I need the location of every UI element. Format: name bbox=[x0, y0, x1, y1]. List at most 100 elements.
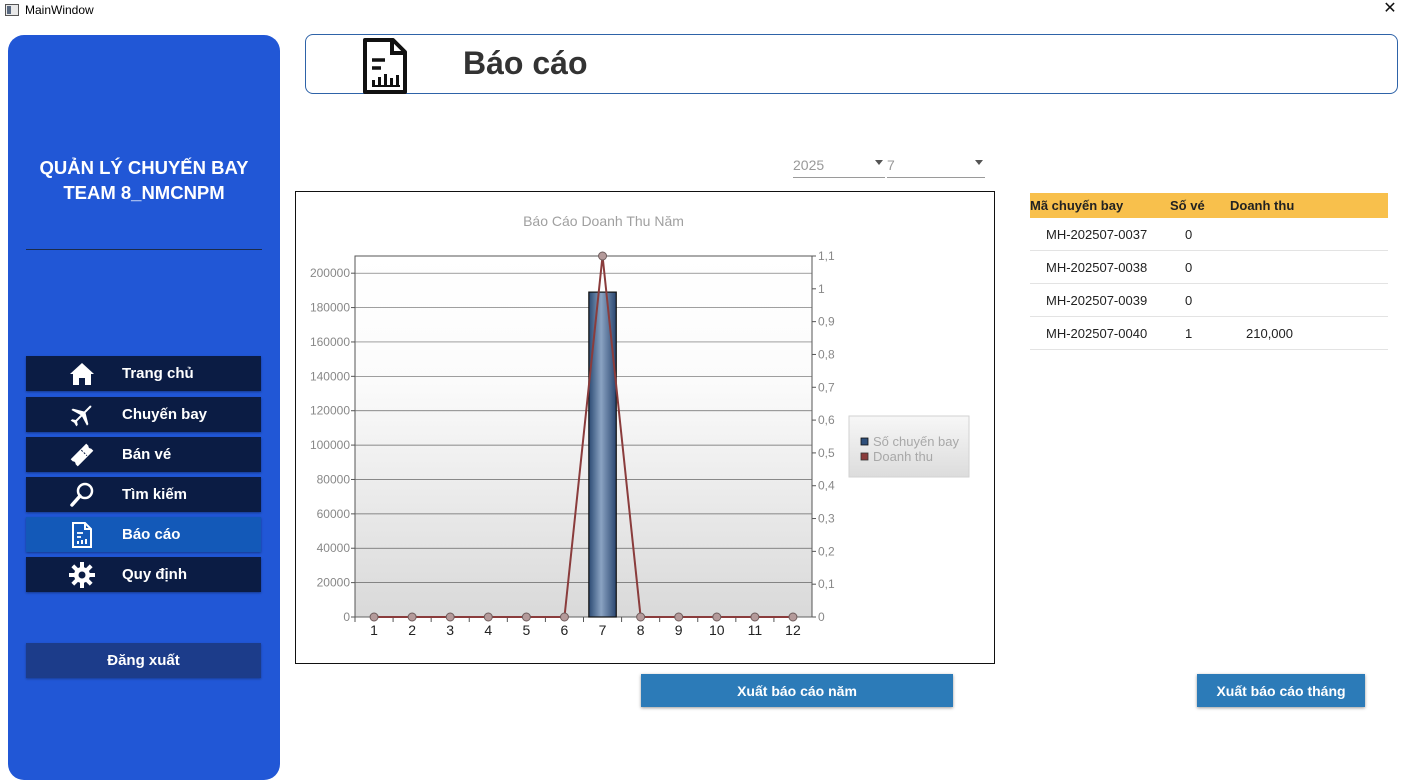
year-select[interactable]: 2025 bbox=[793, 152, 885, 178]
x-axis-tick-label: 6 bbox=[561, 622, 569, 638]
point-doanh-thu bbox=[598, 251, 608, 261]
gear-icon bbox=[68, 561, 96, 589]
close-window-button[interactable]: ✕ bbox=[1383, 0, 1397, 20]
cell-code: MH-202507-0038 bbox=[1046, 260, 1148, 275]
x-axis-tick-label: 4 bbox=[484, 622, 492, 638]
sidebar-item-sell-ticket[interactable]: Bán vé bbox=[26, 437, 261, 472]
column-header-tickets: Số vé bbox=[1170, 198, 1205, 213]
cell-code: MH-202507-0040 bbox=[1046, 326, 1148, 341]
table-row[interactable]: MH-202507-0040 1 210,000 bbox=[1030, 317, 1388, 350]
window-title: MainWindow bbox=[25, 3, 94, 17]
x-axis-tick-label: 11 bbox=[748, 622, 763, 638]
app-title-line2: TEAM 8_NMCNPM bbox=[63, 182, 225, 203]
sidebar-item-home[interactable]: Trang chủ bbox=[26, 356, 261, 391]
export-year-report-button[interactable]: Xuất báo cáo năm bbox=[641, 674, 953, 707]
app-title: QUẢN LÝ CHUYẾN BAY TEAM 8_NMCNPM bbox=[8, 155, 280, 205]
point-doanh-thu bbox=[521, 612, 531, 622]
right-axis-tick-label: 0,4 bbox=[818, 479, 835, 493]
chevron-down-icon bbox=[975, 160, 983, 165]
legend-label-doanh-thu: Doanh thu bbox=[873, 449, 933, 464]
chart-canvas: Báo Cáo Doanh Thu Năm0200004000060000800… bbox=[310, 213, 970, 638]
x-axis-tick-label: 1 bbox=[370, 622, 378, 638]
left-axis-tick-label: 120000 bbox=[310, 404, 350, 418]
right-axis-tick-label: 0,2 bbox=[818, 544, 835, 558]
right-axis-tick-label: 0,6 bbox=[818, 413, 835, 427]
x-axis-tick-label: 10 bbox=[709, 622, 725, 638]
table-row[interactable]: MH-202507-0037 0 bbox=[1030, 218, 1388, 251]
right-axis-tick-label: 1,1 bbox=[818, 249, 835, 263]
point-doanh-thu bbox=[483, 612, 493, 622]
sidebar-item-label: Chuyến bay bbox=[122, 406, 208, 423]
point-doanh-thu bbox=[445, 612, 455, 622]
ticket-icon bbox=[68, 441, 96, 469]
cell-tickets: 0 bbox=[1185, 260, 1193, 275]
left-axis-tick-label: 80000 bbox=[317, 472, 351, 486]
right-axis-tick-label: 0,7 bbox=[818, 380, 835, 394]
x-axis-tick-label: 3 bbox=[446, 622, 454, 638]
sidebar-item-label: Bán vé bbox=[122, 446, 172, 463]
right-axis-tick-label: 0,8 bbox=[818, 347, 835, 361]
right-axis-tick-label: 0,5 bbox=[818, 446, 835, 460]
left-axis-tick-label: 0 bbox=[343, 610, 350, 624]
left-axis-tick-label: 60000 bbox=[317, 507, 351, 521]
point-doanh-thu bbox=[559, 612, 569, 622]
table-row[interactable]: MH-202507-0038 0 bbox=[1030, 251, 1388, 284]
window-app-icon bbox=[5, 4, 19, 16]
sidebar-item-flights[interactable]: Chuyến bay bbox=[26, 397, 261, 432]
chevron-down-icon bbox=[875, 160, 883, 165]
sidebar-item-label: Tìm kiếm bbox=[122, 486, 188, 503]
table-row[interactable]: MH-202507-0039 0 bbox=[1030, 284, 1388, 317]
x-axis-tick-label: 7 bbox=[599, 622, 607, 638]
cell-tickets: 0 bbox=[1185, 293, 1193, 308]
legend-swatch-doanh-thu bbox=[860, 452, 869, 461]
x-axis-tick-label: 12 bbox=[785, 622, 801, 638]
cell-code: MH-202507-0037 bbox=[1046, 227, 1148, 242]
revenue-chart: Báo Cáo Doanh Thu Năm 0 20000 40000 60000 800… bbox=[295, 191, 995, 664]
point-doanh-thu bbox=[636, 612, 646, 622]
logout-button[interactable]: Đăng xuất bbox=[26, 643, 261, 678]
sidebar-item-rules[interactable]: Quy định bbox=[26, 557, 261, 592]
sidebar-item-label: Trang chủ bbox=[122, 365, 194, 382]
month-select[interactable]: 7 bbox=[887, 152, 985, 178]
page-header: Báo cáo bbox=[305, 34, 1398, 94]
right-axis-tick-label: 0,1 bbox=[818, 577, 835, 591]
x-axis-tick-label: 2 bbox=[408, 622, 416, 638]
table-header: Mã chuyến bay Số vé Doanh thu bbox=[1030, 193, 1388, 218]
report-document-icon bbox=[361, 38, 409, 99]
sidebar-item-label: Báo cáo bbox=[122, 526, 181, 543]
sidebar-divider bbox=[26, 249, 262, 250]
point-doanh-thu bbox=[788, 612, 798, 622]
point-doanh-thu bbox=[712, 612, 722, 622]
airplane-icon bbox=[68, 401, 96, 429]
home-icon bbox=[68, 360, 96, 388]
cell-revenue: 210,000 bbox=[1246, 326, 1293, 341]
legend-label-so-chuyen-bay: Số chuyến bay bbox=[873, 434, 960, 449]
left-axis-tick-label: 100000 bbox=[310, 438, 350, 452]
right-axis-tick-label: 0 bbox=[818, 610, 825, 624]
x-axis-tick-label: 5 bbox=[522, 622, 530, 638]
cell-tickets: 1 bbox=[1185, 326, 1193, 341]
right-axis-tick-label: 0,9 bbox=[818, 315, 835, 329]
page-title: Báo cáo bbox=[463, 45, 588, 81]
month-select-value: 7 bbox=[887, 156, 895, 173]
title-bar: MainWindow ✕ bbox=[0, 0, 1405, 20]
cell-code: MH-202507-0039 bbox=[1046, 293, 1148, 308]
point-doanh-thu bbox=[369, 612, 379, 622]
column-header-code: Mã chuyến bay bbox=[1030, 198, 1124, 213]
left-axis-tick-label: 140000 bbox=[310, 369, 350, 383]
left-axis-tick-label: 180000 bbox=[310, 301, 350, 315]
x-axis-tick-label: 9 bbox=[675, 622, 683, 638]
point-doanh-thu bbox=[750, 612, 760, 622]
export-month-report-button[interactable]: Xuất báo cáo tháng bbox=[1197, 674, 1365, 707]
flight-revenue-table: Mã chuyến bay Số vé Doanh thu MH-202507-… bbox=[1030, 193, 1388, 350]
left-axis-tick-label: 20000 bbox=[317, 576, 351, 590]
sidebar-item-report[interactable]: Báo cáo bbox=[26, 517, 261, 552]
sidebar: QUẢN LÝ CHUYẾN BAY TEAM 8_NMCNPM Trang c… bbox=[8, 35, 280, 780]
cell-tickets: 0 bbox=[1185, 227, 1193, 242]
left-axis-tick-label: 40000 bbox=[317, 541, 351, 555]
app-title-line1: QUẢN LÝ CHUYẾN BAY bbox=[39, 157, 249, 178]
sidebar-item-search[interactable]: Tìm kiếm bbox=[26, 477, 261, 512]
sidebar-item-label: Quy định bbox=[122, 566, 187, 583]
column-header-revenue: Doanh thu bbox=[1230, 198, 1295, 213]
search-icon bbox=[68, 481, 96, 509]
